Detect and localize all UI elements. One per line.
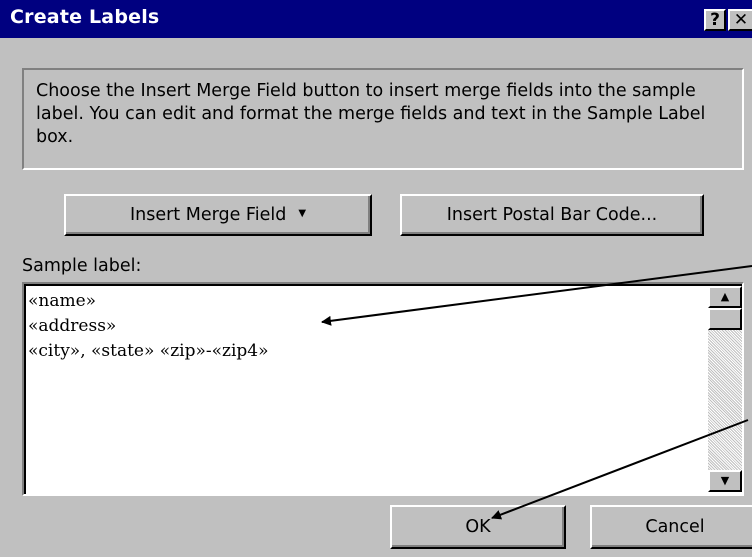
sample-label-textbox[interactable]: «name» «address» «city», «state» «zip»-«… <box>22 282 744 496</box>
ok-label: OK <box>465 517 491 537</box>
cancel-label: Cancel <box>645 517 705 537</box>
help-button[interactable]: ? <box>704 9 726 31</box>
sample-label-line[interactable]: «city», «state» «zip»-«zip4» <box>28 339 269 364</box>
insert-merge-field-label: Insert Merge Field <box>129 205 287 225</box>
cancel-button[interactable]: Cancel <box>590 505 752 549</box>
vertical-scrollbar[interactable]: ▲ ▼ <box>708 286 742 492</box>
sample-label-caption: Sample label: <box>22 256 142 276</box>
scroll-thumb[interactable] <box>708 308 742 330</box>
insert-merge-field-button[interactable]: Insert Merge Field ▼ <box>64 194 372 236</box>
ok-button[interactable]: OK <box>390 505 566 549</box>
insert-postal-bar-code-button[interactable]: Insert Postal Bar Code... <box>400 194 704 236</box>
scroll-up-icon[interactable]: ▲ <box>708 286 742 308</box>
instructions-text: Choose the Insert Merge Field button to … <box>36 81 706 147</box>
instructions-panel: Choose the Insert Merge Field button to … <box>22 68 744 170</box>
window-title: Create Labels <box>10 6 160 28</box>
sample-label-line[interactable]: «address» <box>28 314 269 339</box>
dropdown-caret-icon: ▼ <box>298 207 307 219</box>
scroll-down-icon[interactable]: ▼ <box>708 470 742 492</box>
title-bar: Create Labels ? ✕ <box>0 0 752 38</box>
sample-label-line[interactable]: «name» <box>28 289 269 314</box>
close-button[interactable]: ✕ <box>728 9 752 31</box>
insert-postal-bar-code-label: Insert Postal Bar Code... <box>446 205 658 225</box>
